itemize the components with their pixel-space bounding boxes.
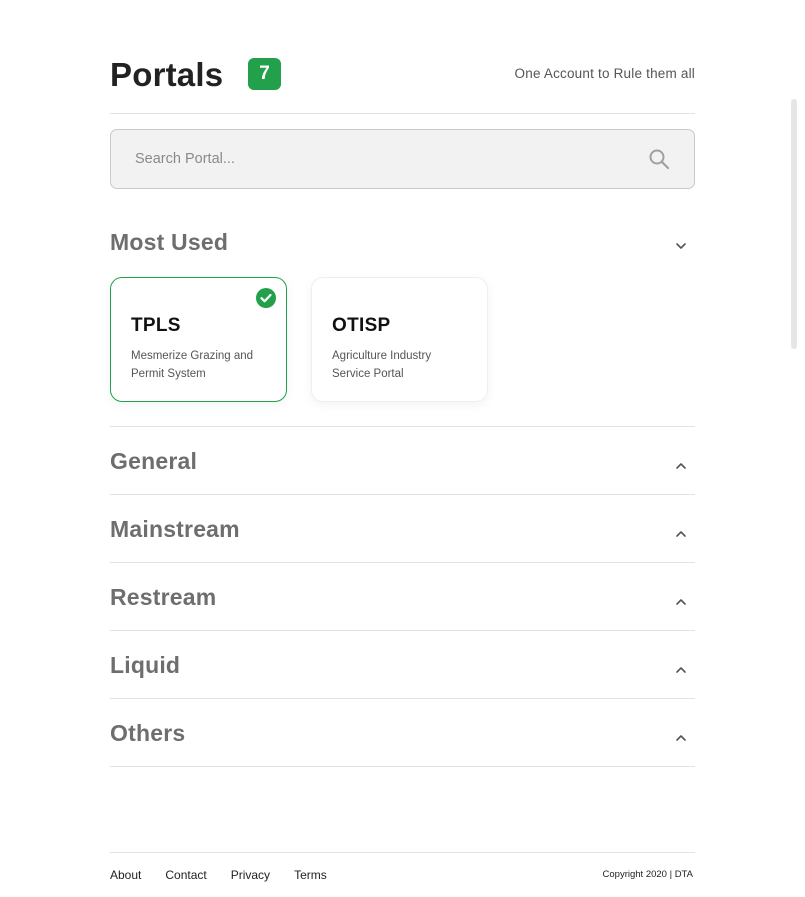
portals-page: Portals 7 One Account to Rule them all M… <box>0 0 805 897</box>
main-container: Portals 7 One Account to Rule them all M… <box>110 0 695 767</box>
section-liquid[interactable]: Liquid <box>110 631 695 699</box>
search-input[interactable] <box>135 130 635 188</box>
page-header: Portals 7 One Account to Rule them all <box>110 0 695 114</box>
section-most-used: Most Used TPLS Mesmerize Grazing and Per… <box>110 215 695 427</box>
chevron-up-icon[interactable] <box>675 527 687 539</box>
copyright-text: Copyright 2020 | DTA <box>602 869 693 880</box>
section-title: General <box>110 448 198 474</box>
check-circle-icon <box>256 288 276 308</box>
portal-count-badge: 7 <box>248 58 281 90</box>
portal-description: Mesmerize Grazing and Permit System <box>131 350 254 380</box>
footer-link-terms[interactable]: Terms <box>294 868 327 882</box>
section-header-most-used[interactable]: Most Used <box>110 215 695 275</box>
section-restream[interactable]: Restream <box>110 563 695 631</box>
chevron-up-icon[interactable] <box>675 731 687 743</box>
portal-card-tpls[interactable]: TPLS Mesmerize Grazing and Permit System <box>110 277 287 402</box>
footer-nav: About Contact Privacy Terms <box>110 868 351 882</box>
chevron-up-icon[interactable] <box>675 595 687 607</box>
chevron-down-icon[interactable] <box>675 239 687 251</box>
section-title: Restream <box>110 584 217 610</box>
portal-description: Agriculture Industry Service Portal <box>332 350 432 380</box>
scrollbar[interactable] <box>791 99 797 349</box>
footer-link-about[interactable]: About <box>110 868 141 882</box>
section-title: Others <box>110 720 186 746</box>
section-title: Mainstream <box>110 516 240 542</box>
portal-code: TPLS <box>131 315 181 336</box>
section-others[interactable]: Others <box>110 699 695 767</box>
search-icon[interactable] <box>648 148 670 170</box>
search-bar <box>110 129 695 189</box>
page-tagline: One Account to Rule them all <box>514 66 695 81</box>
chevron-up-icon[interactable] <box>675 459 687 471</box>
footer-link-contact[interactable]: Contact <box>165 868 206 882</box>
footer-link-privacy[interactable]: Privacy <box>231 868 270 882</box>
chevron-up-icon[interactable] <box>675 663 687 675</box>
section-general[interactable]: General <box>110 427 695 495</box>
section-title: Most Used <box>110 229 229 255</box>
portal-card-otisp[interactable]: OTISP Agriculture Industry Service Porta… <box>311 277 488 402</box>
section-title: Liquid <box>110 652 181 678</box>
section-mainstream[interactable]: Mainstream <box>110 495 695 563</box>
page-title: Portals <box>110 56 224 93</box>
page-footer: About Contact Privacy Terms Copyright 20… <box>110 852 695 897</box>
portal-code: OTISP <box>332 315 391 336</box>
